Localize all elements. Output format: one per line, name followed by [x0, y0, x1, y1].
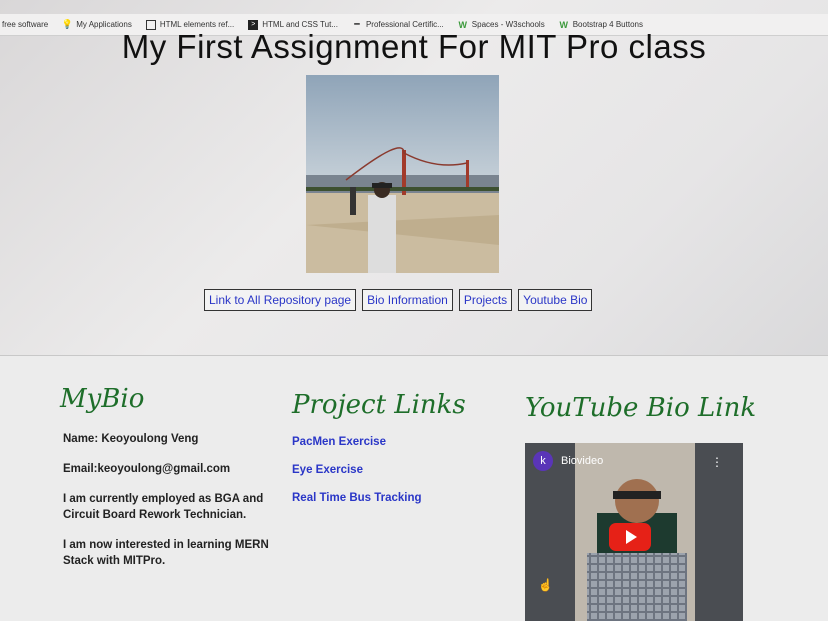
- play-button[interactable]: [609, 523, 651, 551]
- repository-link[interactable]: Link to All Repository page: [204, 289, 357, 311]
- bus-tracking-link[interactable]: Real Time Bus Tracking: [292, 492, 422, 504]
- pacmen-link[interactable]: PacMen Exercise: [292, 436, 422, 448]
- bio-employment: I am currently employed as BGA and Circu…: [63, 493, 264, 521]
- eye-exercise-link[interactable]: Eye Exercise: [292, 464, 422, 476]
- youtube-bio-heading: YouTube Bio Link: [525, 393, 757, 423]
- nav-links: Link to All Repository page Bio Informat…: [204, 289, 593, 311]
- youtube-embed[interactable]: k Biovideo ⋮ ☝: [525, 443, 743, 621]
- project-links-heading: Project Links: [292, 390, 466, 420]
- bio-section: Name: Keoyoulong Veng Email:keoyoulong@g…: [63, 431, 273, 569]
- projects-link[interactable]: Projects: [458, 289, 513, 311]
- video-header: k Biovideo: [533, 451, 603, 471]
- hand-cursor-icon: ☝: [538, 578, 553, 592]
- play-icon: [626, 530, 637, 544]
- youtube-bio-link[interactable]: Youtube Bio: [518, 289, 593, 311]
- page-title: My First Assignment For MIT Pro class: [121, 28, 707, 65]
- channel-avatar[interactable]: k: [533, 451, 553, 471]
- video-title[interactable]: Biovideo: [561, 455, 603, 467]
- more-options-icon[interactable]: ⋮: [711, 455, 723, 469]
- project-links: PacMen Exercise Eye Exercise Real Time B…: [292, 436, 422, 520]
- bio-interest: I am now interested in learning MERN Sta…: [63, 539, 269, 567]
- bio-email: Email:keoyoulong@gmail.com: [63, 463, 231, 475]
- profile-photo: [306, 75, 499, 273]
- bio-information-link[interactable]: Bio Information: [362, 289, 453, 311]
- mybio-heading: MyBio: [60, 384, 145, 414]
- bio-name: Name: Keoyoulong Veng: [63, 433, 199, 445]
